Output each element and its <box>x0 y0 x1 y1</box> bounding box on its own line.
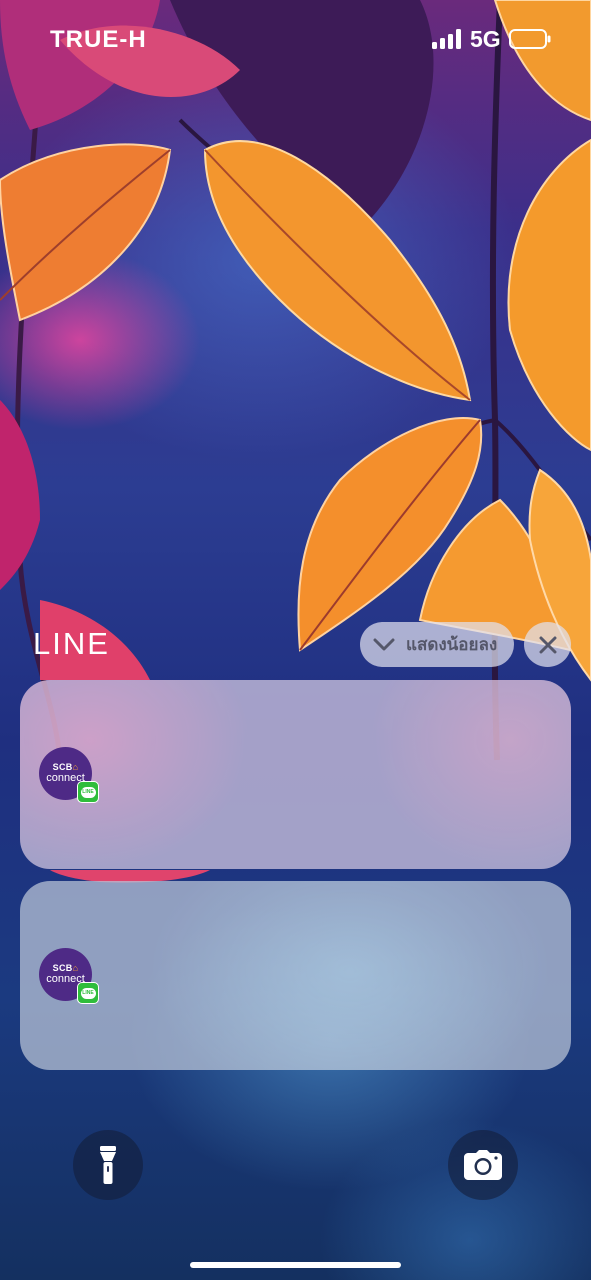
camera-button[interactable] <box>448 1130 518 1200</box>
line-badge-label: LINE <box>80 786 96 798</box>
avatar-brand-text: SCB <box>52 963 73 973</box>
status-bar: TRUE-H 5G <box>0 0 591 80</box>
notification-card[interactable]: SCB⌂ connect LINE <box>20 881 571 1070</box>
show-less-label: แสดงน้อยลง <box>406 635 498 654</box>
line-badge-label: LINE <box>80 987 96 999</box>
notification-card[interactable]: SCB⌂ connect LINE <box>20 680 571 869</box>
notification-group-title: LINE <box>33 626 110 661</box>
flashlight-icon <box>100 1146 116 1184</box>
chevron-down-icon <box>373 638 395 650</box>
close-icon <box>539 636 556 653</box>
home-indicator[interactable] <box>190 1262 401 1268</box>
signal-icon <box>432 29 461 49</box>
carrier-name: TRUE-H <box>50 26 147 53</box>
show-less-button[interactable]: แสดงน้อยลง <box>360 622 514 667</box>
line-app-badge-icon: LINE <box>77 781 99 803</box>
avatar-brand-text: SCB <box>52 762 73 772</box>
camera-icon <box>464 1150 502 1180</box>
house-icon: ⌂ <box>72 762 79 772</box>
flashlight-button[interactable] <box>73 1130 143 1200</box>
network-type: 5G <box>470 26 501 52</box>
battery-icon <box>509 29 551 49</box>
line-app-badge-icon: LINE <box>77 982 99 1004</box>
house-icon: ⌂ <box>72 963 79 973</box>
clear-notifications-button[interactable] <box>524 622 571 667</box>
